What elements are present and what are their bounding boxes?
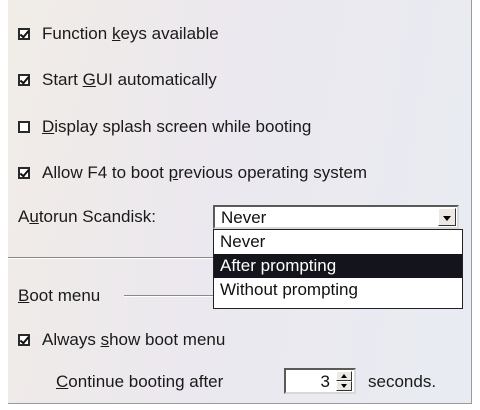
continue-seconds-spinner[interactable]: 3 (284, 368, 356, 394)
function-keys-checkbox-row[interactable]: Function keys available (18, 24, 219, 44)
function-keys-checkbox[interactable] (18, 28, 30, 40)
function-keys-label: Function keys available (42, 24, 219, 43)
autorun-dropdown-list[interactable]: Never After prompting Without prompting (213, 229, 463, 309)
start-gui-label: Start GUI automatically (42, 70, 217, 89)
section-divider (8, 257, 213, 259)
splash-checkbox[interactable] (18, 121, 30, 133)
allow-f4-label: Allow F4 to boot previous operating syst… (42, 163, 368, 182)
always-show-boot-menu-row[interactable]: Always show boot menu (18, 330, 225, 350)
continue-booting-label: Continue booting after (56, 372, 224, 391)
start-gui-checkbox[interactable] (18, 74, 30, 86)
autorun-scandisk-combobox[interactable]: Never (213, 205, 459, 229)
spin-down-icon[interactable] (336, 381, 352, 391)
dropdown-option-never[interactable]: Never (214, 230, 462, 254)
chevron-down-icon[interactable] (438, 208, 456, 226)
start-gui-checkbox-row[interactable]: Start GUI automatically (18, 70, 217, 90)
boot-menu-group-title: Boot menu (18, 286, 101, 305)
always-show-boot-menu-checkbox[interactable] (18, 334, 30, 346)
dropdown-option-without-prompting[interactable]: Without prompting (214, 278, 462, 302)
seconds-unit-label: seconds. (368, 372, 437, 391)
continue-seconds-value: 3 (320, 372, 330, 391)
autorun-scandisk-label: Autorun Scandisk: (18, 207, 156, 226)
splash-label: Display splash screen while booting (42, 117, 312, 136)
allow-f4-checkbox-row[interactable]: Allow F4 to boot previous operating syst… (18, 163, 367, 183)
allow-f4-checkbox[interactable] (18, 167, 30, 179)
boot-menu-group-line (124, 295, 213, 297)
always-show-boot-menu-label: Always show boot menu (42, 330, 226, 349)
splash-checkbox-row[interactable]: Display splash screen while booting (18, 117, 311, 137)
dropdown-option-after-prompting[interactable]: After prompting (214, 254, 462, 278)
spin-up-icon[interactable] (336, 371, 352, 381)
settings-panel: Function keys available Start GUI automa… (8, 0, 472, 404)
autorun-selected-value: Never (221, 208, 267, 227)
